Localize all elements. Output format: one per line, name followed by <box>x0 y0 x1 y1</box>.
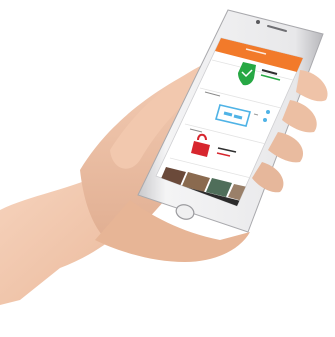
front-camera <box>256 20 260 24</box>
hand-holding-phone-photo <box>0 9 328 305</box>
photo-stage <box>0 0 335 337</box>
